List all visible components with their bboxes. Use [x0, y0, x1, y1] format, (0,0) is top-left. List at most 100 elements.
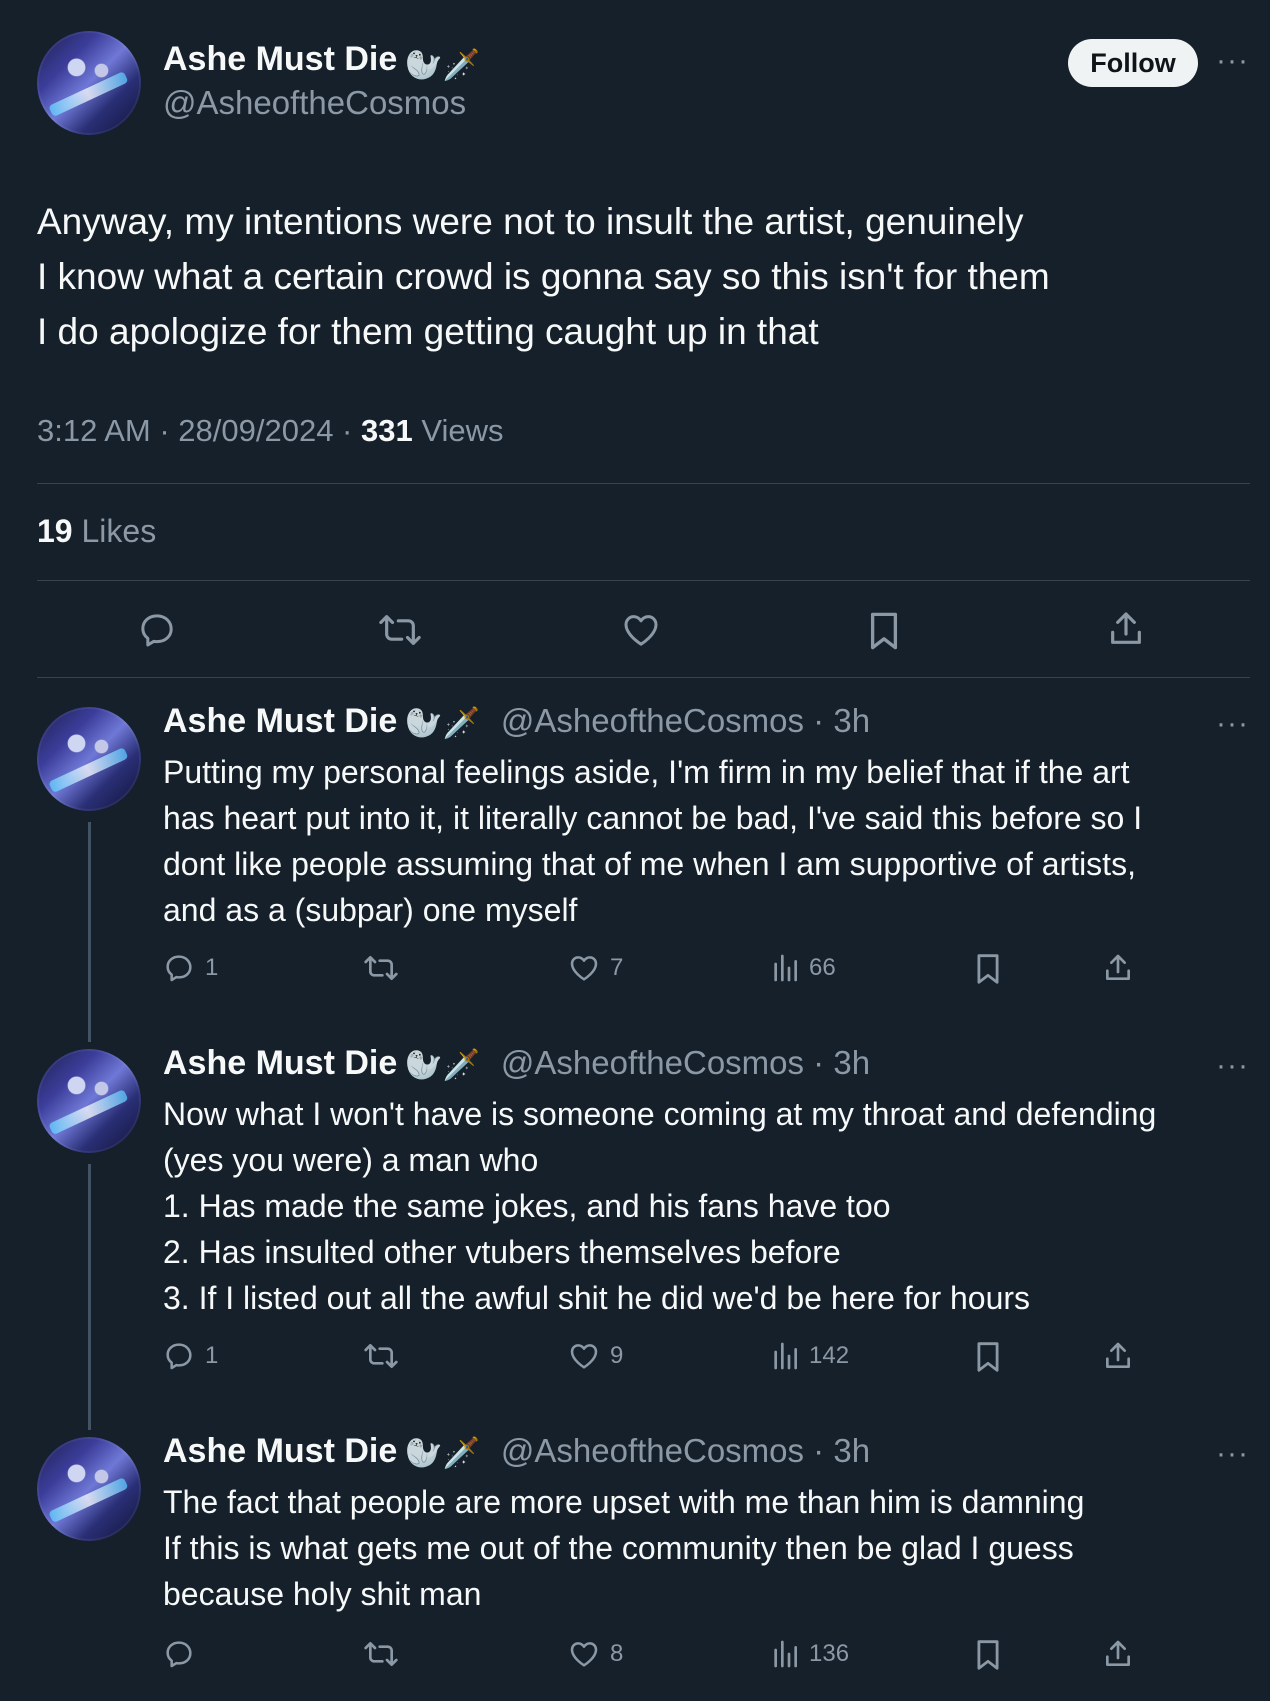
repost-button[interactable] — [363, 1638, 399, 1670]
reply-icon — [141, 614, 173, 647]
name-emojis: 🦭🗡️ — [405, 707, 480, 741]
views-count: 331 — [361, 413, 413, 448]
more-options-icon[interactable]: ··· — [1216, 1437, 1249, 1471]
views-label: Views — [412, 413, 504, 448]
heart-icon — [570, 1642, 598, 1667]
heart-icon — [624, 615, 658, 646]
views-button[interactable]: 66 — [771, 952, 836, 984]
reply-button[interactable] — [137, 610, 177, 650]
share-button[interactable] — [1102, 952, 1134, 984]
likes-label: Likes — [72, 513, 157, 549]
avatar[interactable] — [37, 1437, 141, 1541]
reply-line: has heart put into it, it literally cann… — [163, 800, 1143, 836]
share-icon — [1106, 1342, 1130, 1368]
heart-icon — [570, 956, 598, 981]
bookmark-icon — [977, 1342, 999, 1372]
display-name[interactable]: Ashe Must Die — [163, 40, 397, 78]
share-icon — [1106, 954, 1130, 980]
reply-count: 1 — [205, 954, 219, 981]
name-emojis: 🦭🗡️ — [405, 1437, 480, 1471]
divider — [37, 580, 1250, 581]
likes-summary[interactable]: 19 Likes — [37, 513, 156, 550]
reply-icon — [166, 955, 192, 982]
divider — [37, 677, 1250, 678]
avatar[interactable] — [37, 707, 141, 811]
avatar[interactable] — [37, 31, 141, 135]
views-button[interactable]: 142 — [771, 1340, 849, 1372]
display-name[interactable]: Ashe Must Die — [163, 1432, 397, 1470]
reply-text: Putting my personal feelings aside, I'm … — [163, 749, 1253, 933]
thread-line — [88, 822, 91, 1042]
follow-button[interactable]: Follow — [1068, 39, 1198, 87]
reply-line: The fact that people are more upset with… — [163, 1484, 1085, 1520]
reply-count: 1 — [205, 1342, 219, 1369]
reply-header: Ashe Must Die 🦭🗡️ @AsheoftheCosmos · 3h — [163, 1044, 870, 1083]
like-button[interactable]: 8 — [568, 1638, 623, 1670]
handle[interactable]: @AsheoftheCosmos — [163, 84, 466, 122]
display-name[interactable]: Ashe Must Die — [163, 1044, 397, 1082]
avatar[interactable] — [37, 1049, 141, 1153]
handle-time[interactable]: @AsheoftheCosmos · 3h — [501, 702, 870, 739]
repost-icon — [364, 1642, 398, 1666]
reply-icon — [166, 1641, 192, 1668]
like-count: 9 — [610, 1342, 624, 1369]
reply-line: 2. Has insulted other vtubers themselves… — [163, 1234, 841, 1270]
display-name[interactable]: Ashe Must Die — [163, 702, 397, 740]
tweet-line: I know what a certain crowd is gonna say… — [37, 256, 1050, 297]
views-button[interactable]: 136 — [771, 1638, 849, 1670]
reply-button[interactable]: 1 — [163, 1340, 218, 1372]
reply-line: 1. Has made the same jokes, and his fans… — [163, 1188, 891, 1224]
tweet-line: I do apologize for them getting caught u… — [37, 311, 819, 352]
share-button[interactable] — [1102, 1638, 1134, 1670]
handle-time[interactable]: @AsheoftheCosmos · 3h — [501, 1044, 870, 1081]
timestamp[interactable]: 3:12 AM · 28/09/2024 · — [37, 413, 361, 448]
repost-icon — [379, 615, 421, 645]
bookmark-icon — [977, 1640, 999, 1670]
reply-line: because holy shit man — [163, 1576, 482, 1612]
more-options-icon[interactable]: ··· — [1216, 1049, 1249, 1083]
more-options-icon[interactable]: ··· — [1216, 707, 1249, 741]
bookmark-button[interactable] — [974, 1340, 1002, 1374]
bookmark-icon — [870, 612, 898, 650]
repost-icon — [364, 956, 398, 980]
heart-icon — [570, 1344, 598, 1369]
like-button[interactable]: 9 — [568, 1340, 623, 1372]
reply-icon — [166, 1343, 192, 1370]
repost-button[interactable] — [363, 952, 399, 984]
more-options-icon[interactable]: ··· — [1216, 44, 1249, 78]
view-count: 136 — [809, 1640, 850, 1667]
reply-line: (yes you were) a man who — [163, 1142, 539, 1178]
reply-line: 3. If I listed out all the awful shit he… — [163, 1280, 1031, 1316]
reply-header: Ashe Must Die 🦭🗡️ @AsheoftheCosmos · 3h — [163, 1432, 870, 1471]
share-icon — [1111, 612, 1141, 644]
name-emojis: 🦭🗡️ — [405, 1049, 480, 1083]
bookmark-button[interactable] — [974, 952, 1002, 986]
reply-button[interactable]: 1 — [163, 952, 218, 984]
share-icon — [1106, 1640, 1130, 1666]
reply-text: Now what I won't have is someone coming … — [163, 1091, 1263, 1321]
share-button[interactable] — [1102, 1340, 1134, 1372]
repost-button[interactable] — [378, 610, 422, 650]
handle-time[interactable]: @AsheoftheCosmos · 3h — [501, 1432, 870, 1469]
tweet-text: Anyway, my intentions were not to insult… — [37, 194, 1237, 359]
author-name-row: Ashe Must Die 🦭🗡️ — [163, 40, 480, 83]
likes-count: 19 — [37, 513, 73, 549]
bookmark-button[interactable] — [974, 1638, 1002, 1672]
reply-line: dont like people assuming that of me whe… — [163, 846, 1136, 882]
reply-line: Now what I won't have is someone coming … — [163, 1096, 1157, 1132]
reply-header: Ashe Must Die 🦭🗡️ @AsheoftheCosmos · 3h — [163, 702, 870, 741]
divider — [37, 483, 1250, 484]
reply-line: Putting my personal feelings aside, I'm … — [163, 754, 1130, 790]
like-button[interactable] — [621, 610, 661, 650]
repost-button[interactable] — [363, 1340, 399, 1372]
tweet-line: Anyway, my intentions were not to insult… — [37, 201, 1024, 242]
bookmark-button[interactable] — [866, 610, 902, 652]
share-button[interactable] — [1106, 608, 1146, 650]
reply-button[interactable] — [163, 1638, 205, 1670]
reply-line: If this is what gets me out of the commu… — [163, 1530, 1074, 1566]
like-button[interactable]: 7 — [568, 952, 623, 984]
thread-line — [88, 1164, 91, 1430]
reply-line: and as a (subpar) one myself — [163, 892, 578, 928]
bar-chart-icon — [774, 1640, 797, 1668]
tweet-meta: 3:12 AM · 28/09/2024 · 331 Views — [37, 413, 503, 449]
